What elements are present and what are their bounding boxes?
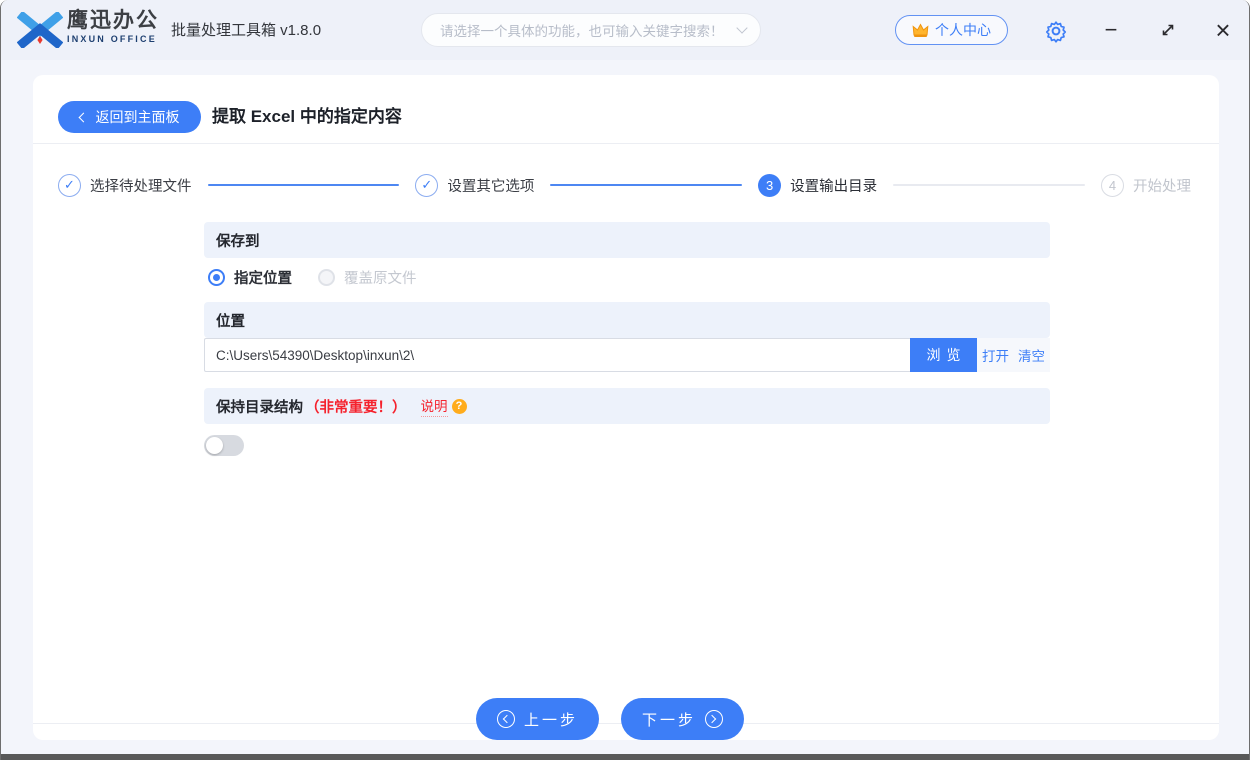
- previous-step-label: 上一步: [523, 711, 578, 729]
- personal-center-button[interactable]: 个人中心: [895, 15, 1008, 45]
- step-1-select-files: ✓ 选择待处理文件: [58, 173, 192, 197]
- page-title: 提取 Excel 中的指定内容: [212, 107, 402, 126]
- location-title: 位置: [216, 313, 245, 330]
- back-to-dashboard-button[interactable]: 返回到主面板: [58, 101, 201, 133]
- inxun-logo-icon: [16, 10, 64, 53]
- window-bottom-edge: [1, 754, 1249, 760]
- personal-center-label: 个人中心: [935, 22, 991, 38]
- function-search-select[interactable]: 请选择一个具体的功能，也可输入关键字搜索！: [421, 13, 761, 47]
- step-3-output-dir: 3 设置输出目录: [758, 173, 878, 197]
- circle-left-arrow-icon: [496, 710, 515, 728]
- close-button[interactable]: ×: [1207, 0, 1239, 60]
- location-section-header: 位置: [204, 302, 1050, 338]
- step-2-label: 设置其它选项: [447, 178, 535, 195]
- open-folder-link[interactable]: 打开: [982, 345, 1009, 365]
- previous-step-button[interactable]: 上一步: [476, 698, 599, 740]
- browse-button[interactable]: 浏览: [910, 338, 977, 372]
- crown-icon: [912, 22, 929, 37]
- resize-icon: [1162, 24, 1174, 36]
- step-connector: [893, 184, 1085, 186]
- app-title: 批量处理工具箱 v1.8.0: [171, 22, 322, 39]
- step-4-number: 4: [1100, 173, 1124, 197]
- step-3-number: 3: [758, 173, 782, 197]
- circle-right-arrow-icon: [705, 710, 723, 728]
- minimize-icon: −: [1104, 17, 1118, 42]
- chevron-left-icon: [78, 112, 88, 122]
- minimize-button[interactable]: −: [1095, 0, 1127, 60]
- step-4-start: 4 开始处理: [1100, 173, 1191, 197]
- main-panel: 返回到主面板 提取 Excel 中的指定内容 ✓ 选择待处理文件 ✓ 设置其它选…: [33, 75, 1219, 740]
- search-placeholder: 请选择一个具体的功能，也可输入关键字搜索！: [440, 24, 724, 39]
- next-step-button[interactable]: 下一步: [621, 698, 744, 740]
- explanation-link[interactable]: 说明: [420, 395, 448, 417]
- save-to-options: 指定位置 覆盖原文件: [208, 265, 417, 289]
- step-connector: [207, 184, 400, 186]
- output-path-input[interactable]: [204, 338, 910, 372]
- step-2-check-icon: ✓: [415, 173, 439, 197]
- next-step-label: 下一步: [641, 711, 696, 729]
- title-divider: [33, 143, 1219, 144]
- step-3-label: 设置输出目录: [790, 178, 878, 195]
- step-1-label: 选择待处理文件: [90, 178, 192, 195]
- toggle-knob: [206, 437, 223, 454]
- back-button-label: 返回到主面板: [95, 109, 180, 125]
- save-to-title: 保存到: [216, 233, 260, 250]
- close-icon: ×: [1215, 14, 1231, 45]
- question-badge-icon[interactable]: ?: [451, 398, 467, 414]
- location-links: 打开 清空: [977, 338, 1050, 372]
- radio-specified-location[interactable]: [208, 268, 225, 286]
- step-2-other-options: ✓ 设置其它选项: [415, 173, 535, 197]
- keep-structure-important-note: （非常重要！）: [305, 399, 407, 416]
- keep-structure-title: 保持目录结构: [216, 399, 303, 416]
- radio-specified-location-label[interactable]: 指定位置: [234, 267, 292, 288]
- step-1-check-icon: ✓: [58, 173, 81, 197]
- save-to-section-header: 保存到: [204, 222, 1050, 258]
- step-indicator: ✓ 选择待处理文件 ✓ 设置其它选项 3 设置输出目录 4 开始处理: [58, 173, 1191, 197]
- location-row: 浏览 打开 清空: [204, 338, 1050, 372]
- keep-structure-toggle[interactable]: [204, 435, 244, 456]
- step-connector: [550, 184, 743, 186]
- radio-overwrite-original-label: 覆盖原文件: [344, 270, 417, 287]
- radio-overwrite-original[interactable]: [318, 268, 335, 286]
- app-window: 鹰迅办公 INXUN OFFICE 批量处理工具箱 v1.8.0 请选择一个具体…: [0, 0, 1250, 760]
- brand-name-en: INXUN OFFICE: [67, 34, 157, 44]
- brand-name-cn: 鹰迅办公: [67, 9, 159, 32]
- brand-text: 鹰迅办公 INXUN OFFICE: [67, 10, 159, 44]
- clear-path-link[interactable]: 清空: [1018, 345, 1045, 365]
- restore-button[interactable]: [1154, 0, 1182, 60]
- settings-button[interactable]: [1044, 19, 1068, 43]
- titlebar: 鹰迅办公 INXUN OFFICE 批量处理工具箱 v1.8.0 请选择一个具体…: [1, 0, 1249, 60]
- step-4-label: 开始处理: [1132, 178, 1191, 195]
- gear-icon: [1045, 21, 1067, 43]
- keep-structure-section-header: 保持目录结构 （非常重要！） 说明 ?: [204, 388, 1050, 424]
- chevron-down-icon: [736, 22, 748, 34]
